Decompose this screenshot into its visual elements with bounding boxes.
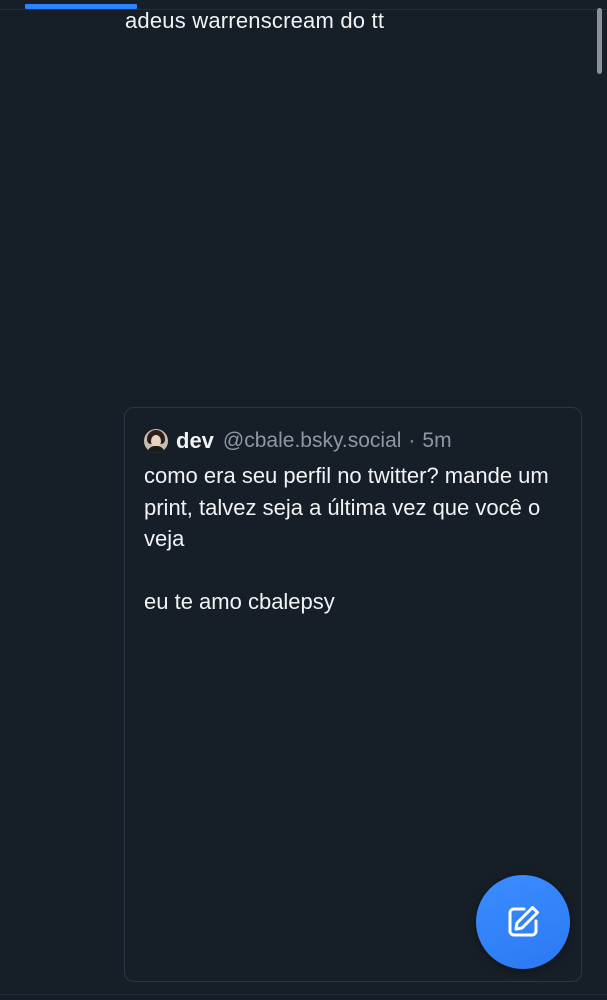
post-text: adeus warrenscream do tt <box>125 8 385 33</box>
compose-button[interactable] <box>476 875 570 969</box>
quoted-post-body: como era seu perfil no twitter? mande um… <box>144 460 569 618</box>
quoted-post-paragraph: eu te amo cbalepsy <box>144 589 335 614</box>
quoted-post-header: dev @cbale.bsky.social · 5m <box>144 428 452 454</box>
divider <box>0 994 607 995</box>
meta-separator: · <box>408 429 416 452</box>
quoted-author-handle[interactable]: @cbale.bsky.social <box>223 429 402 453</box>
avatar-body <box>147 446 165 453</box>
compose-icon <box>503 902 543 942</box>
avatar[interactable] <box>144 429 168 453</box>
post-timestamp[interactable]: 5m <box>422 429 451 453</box>
scrollbar[interactable] <box>597 8 602 74</box>
quoted-post-paragraph: como era seu perfil no twitter? mande um… <box>144 463 549 551</box>
quoted-author-name[interactable]: dev <box>176 428 214 454</box>
